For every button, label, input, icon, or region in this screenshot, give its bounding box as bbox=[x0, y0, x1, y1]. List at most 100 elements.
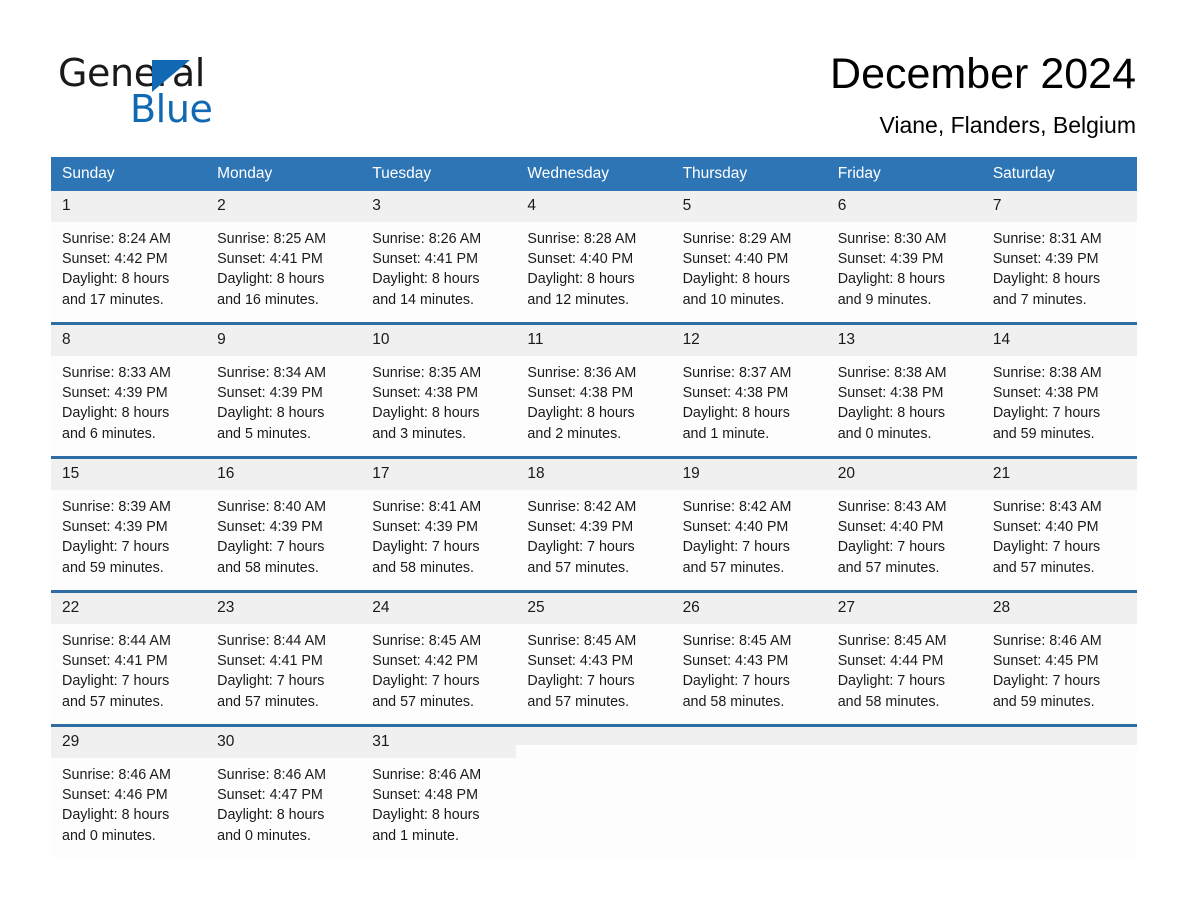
day-details: Sunrise: 8:31 AM Sunset: 4:39 PM Dayligh… bbox=[982, 222, 1137, 310]
daylight-text: Daylight: 8 hours and 7 minutes. bbox=[992, 271, 1101, 308]
calendar-day-cell[interactable]: 10 Sunrise: 8:35 AM Sunset: 4:38 PM Dayl… bbox=[361, 322, 517, 458]
weekday-header-sunday: Sunday bbox=[51, 157, 207, 191]
sunset-text: Sunset: 4:45 PM bbox=[992, 653, 1099, 670]
day-number: 26 bbox=[671, 593, 827, 624]
logo-text-blue: Blue bbox=[130, 87, 213, 131]
day-number: 14 bbox=[981, 325, 1137, 356]
sunrise-text: Sunrise: 8:40 AM bbox=[217, 499, 327, 515]
calendar-day-cell[interactable]: 4 Sunrise: 8:28 AM Sunset: 4:40 PM Dayli… bbox=[516, 191, 672, 324]
day-details: Sunrise: 8:25 AM Sunset: 4:41 PM Dayligh… bbox=[206, 222, 361, 310]
calendar-day-cell[interactable]: 7 Sunrise: 8:31 AM Sunset: 4:39 PM Dayli… bbox=[981, 191, 1137, 324]
sunrise-text: Sunrise: 8:45 AM bbox=[682, 633, 792, 649]
sunrise-text: Sunrise: 8:33 AM bbox=[62, 365, 171, 381]
day-details: Sunrise: 8:36 AM Sunset: 4:38 PM Dayligh… bbox=[516, 356, 671, 444]
calendar-day-cell[interactable]: 11 Sunrise: 8:36 AM Sunset: 4:38 PM Dayl… bbox=[516, 322, 672, 458]
calendar-day-cell[interactable]: 13 Sunrise: 8:38 AM Sunset: 4:38 PM Dayl… bbox=[826, 322, 982, 458]
calendar-day-cell[interactable]: 18 Sunrise: 8:42 AM Sunset: 4:39 PM Dayl… bbox=[516, 456, 672, 592]
calendar-day-cell[interactable]: 14 Sunrise: 8:38 AM Sunset: 4:38 PM Dayl… bbox=[981, 322, 1137, 458]
sunset-text: Sunset: 4:41 PM bbox=[217, 653, 323, 670]
day-number: 12 bbox=[671, 325, 827, 356]
sunset-text: Sunset: 4:39 PM bbox=[217, 519, 323, 536]
calendar-day-cell[interactable]: 31 Sunrise: 8:46 AM Sunset: 4:48 PM Dayl… bbox=[361, 724, 517, 858]
day-number: 23 bbox=[206, 593, 362, 624]
daylight-text: Daylight: 8 hours and 17 minutes. bbox=[62, 271, 170, 308]
day-number: 25 bbox=[516, 593, 672, 624]
day-number: 2 bbox=[206, 191, 362, 222]
calendar-day-cell[interactable]: 30 Sunrise: 8:46 AM Sunset: 4:47 PM Dayl… bbox=[206, 724, 362, 858]
calendar-day-cell[interactable]: 1 Sunrise: 8:24 AM Sunset: 4:42 PM Dayli… bbox=[51, 191, 207, 324]
calendar-day-cell[interactable]: 25 Sunrise: 8:45 AM Sunset: 4:43 PM Dayl… bbox=[516, 590, 672, 726]
calendar-day-cell[interactable]: 9 Sunrise: 8:34 AM Sunset: 4:39 PM Dayli… bbox=[206, 322, 362, 458]
day-details bbox=[982, 745, 1137, 752]
sunset-text: Sunset: 4:46 PM bbox=[62, 787, 168, 804]
sunrise-text: Sunrise: 8:35 AM bbox=[372, 365, 482, 381]
weekday-header-tuesday: Tuesday bbox=[361, 157, 517, 191]
sunset-text: Sunset: 4:39 PM bbox=[217, 385, 323, 402]
sunrise-text: Sunrise: 8:46 AM bbox=[62, 767, 171, 783]
daylight-text: Daylight: 7 hours and 58 minutes. bbox=[837, 673, 945, 710]
calendar-day-cell[interactable]: 23 Sunrise: 8:44 AM Sunset: 4:41 PM Dayl… bbox=[206, 590, 362, 726]
sunrise-text: Sunrise: 8:26 AM bbox=[372, 231, 482, 247]
daylight-text: Daylight: 8 hours and 1 minute. bbox=[682, 405, 790, 442]
day-number: 4 bbox=[516, 191, 672, 222]
calendar-day-cell[interactable]: 22 Sunrise: 8:44 AM Sunset: 4:41 PM Dayl… bbox=[51, 590, 207, 726]
sunrise-text: Sunrise: 8:46 AM bbox=[217, 767, 327, 783]
calendar-day-cell[interactable]: 15 Sunrise: 8:39 AM Sunset: 4:39 PM Dayl… bbox=[51, 456, 207, 592]
calendar-day-cell[interactable]: 28 Sunrise: 8:46 AM Sunset: 4:45 PM Dayl… bbox=[981, 590, 1137, 726]
calendar-day-cell[interactable]: 17 Sunrise: 8:41 AM Sunset: 4:39 PM Dayl… bbox=[361, 456, 517, 592]
daylight-text: Daylight: 7 hours and 57 minutes. bbox=[527, 673, 635, 710]
calendar-week-row: 29 Sunrise: 8:46 AM Sunset: 4:46 PM Dayl… bbox=[51, 724, 1137, 858]
sunset-text: Sunset: 4:39 PM bbox=[62, 385, 168, 402]
day-number bbox=[826, 727, 982, 745]
calendar-day-cell[interactable]: 20 Sunrise: 8:43 AM Sunset: 4:40 PM Dayl… bbox=[826, 456, 982, 592]
day-number: 11 bbox=[516, 325, 672, 356]
sunrise-text: Sunrise: 8:31 AM bbox=[992, 231, 1102, 247]
day-number: 9 bbox=[206, 325, 362, 356]
sunset-text: Sunset: 4:38 PM bbox=[992, 385, 1099, 402]
daylight-text: Daylight: 8 hours and 14 minutes. bbox=[372, 271, 480, 308]
calendar-day-cell[interactable]: 5 Sunrise: 8:29 AM Sunset: 4:40 PM Dayli… bbox=[671, 191, 827, 324]
weekday-header-thursday: Thursday bbox=[671, 157, 827, 191]
day-details bbox=[827, 745, 982, 752]
daylight-text: Daylight: 8 hours and 9 minutes. bbox=[837, 271, 945, 308]
sunset-text: Sunset: 4:39 PM bbox=[837, 251, 944, 268]
sunrise-text: Sunrise: 8:43 AM bbox=[837, 499, 947, 515]
day-number: 5 bbox=[671, 191, 827, 222]
day-details: Sunrise: 8:40 AM Sunset: 4:39 PM Dayligh… bbox=[206, 490, 361, 578]
calendar-day-cell[interactable]: 8 Sunrise: 8:33 AM Sunset: 4:39 PM Dayli… bbox=[51, 322, 207, 458]
sunset-text: Sunset: 4:39 PM bbox=[372, 519, 478, 536]
day-details: Sunrise: 8:38 AM Sunset: 4:38 PM Dayligh… bbox=[982, 356, 1137, 444]
day-details: Sunrise: 8:35 AM Sunset: 4:38 PM Dayligh… bbox=[361, 356, 516, 444]
sunrise-text: Sunrise: 8:46 AM bbox=[372, 767, 482, 783]
day-number: 15 bbox=[51, 459, 207, 490]
calendar-day-cell[interactable]: 29 Sunrise: 8:46 AM Sunset: 4:46 PM Dayl… bbox=[51, 724, 207, 858]
daylight-text: Daylight: 8 hours and 6 minutes. bbox=[62, 405, 170, 442]
daylight-text: Daylight: 8 hours and 12 minutes. bbox=[527, 271, 635, 308]
calendar-day-cell-empty bbox=[981, 724, 1137, 858]
day-details: Sunrise: 8:39 AM Sunset: 4:39 PM Dayligh… bbox=[51, 490, 206, 578]
sunset-text: Sunset: 4:38 PM bbox=[837, 385, 944, 402]
daylight-text: Daylight: 7 hours and 58 minutes. bbox=[682, 673, 790, 710]
calendar-day-cell[interactable]: 27 Sunrise: 8:45 AM Sunset: 4:44 PM Dayl… bbox=[826, 590, 982, 726]
calendar-week-row: 15 Sunrise: 8:39 AM Sunset: 4:39 PM Dayl… bbox=[51, 456, 1137, 592]
day-number: 21 bbox=[981, 459, 1137, 490]
calendar-day-cell[interactable]: 21 Sunrise: 8:43 AM Sunset: 4:40 PM Dayl… bbox=[981, 456, 1137, 592]
calendar-day-cell[interactable]: 2 Sunrise: 8:25 AM Sunset: 4:41 PM Dayli… bbox=[206, 191, 362, 324]
sunset-text: Sunset: 4:42 PM bbox=[62, 251, 168, 268]
calendar-day-cell[interactable]: 24 Sunrise: 8:45 AM Sunset: 4:42 PM Dayl… bbox=[361, 590, 517, 726]
calendar-day-cell[interactable]: 16 Sunrise: 8:40 AM Sunset: 4:39 PM Dayl… bbox=[206, 456, 362, 592]
calendar-day-cell[interactable]: 12 Sunrise: 8:37 AM Sunset: 4:38 PM Dayl… bbox=[671, 322, 827, 458]
sunset-text: Sunset: 4:40 PM bbox=[682, 519, 789, 536]
day-details: Sunrise: 8:33 AM Sunset: 4:39 PM Dayligh… bbox=[51, 356, 206, 444]
calendar-day-cell[interactable]: 26 Sunrise: 8:45 AM Sunset: 4:43 PM Dayl… bbox=[671, 590, 827, 726]
daylight-text: Daylight: 8 hours and 2 minutes. bbox=[527, 405, 635, 442]
sunrise-text: Sunrise: 8:25 AM bbox=[217, 231, 327, 247]
calendar-day-cell[interactable]: 19 Sunrise: 8:42 AM Sunset: 4:40 PM Dayl… bbox=[671, 456, 827, 592]
day-number: 19 bbox=[671, 459, 827, 490]
calendar-day-cell[interactable]: 3 Sunrise: 8:26 AM Sunset: 4:41 PM Dayli… bbox=[361, 191, 517, 324]
page-header: General Blue December 2024 Viane, Flande… bbox=[0, 0, 1188, 150]
daylight-text: Daylight: 7 hours and 57 minutes. bbox=[682, 539, 790, 576]
day-details: Sunrise: 8:44 AM Sunset: 4:41 PM Dayligh… bbox=[51, 624, 206, 712]
day-number: 10 bbox=[361, 325, 517, 356]
calendar-day-cell[interactable]: 6 Sunrise: 8:30 AM Sunset: 4:39 PM Dayli… bbox=[826, 191, 982, 324]
